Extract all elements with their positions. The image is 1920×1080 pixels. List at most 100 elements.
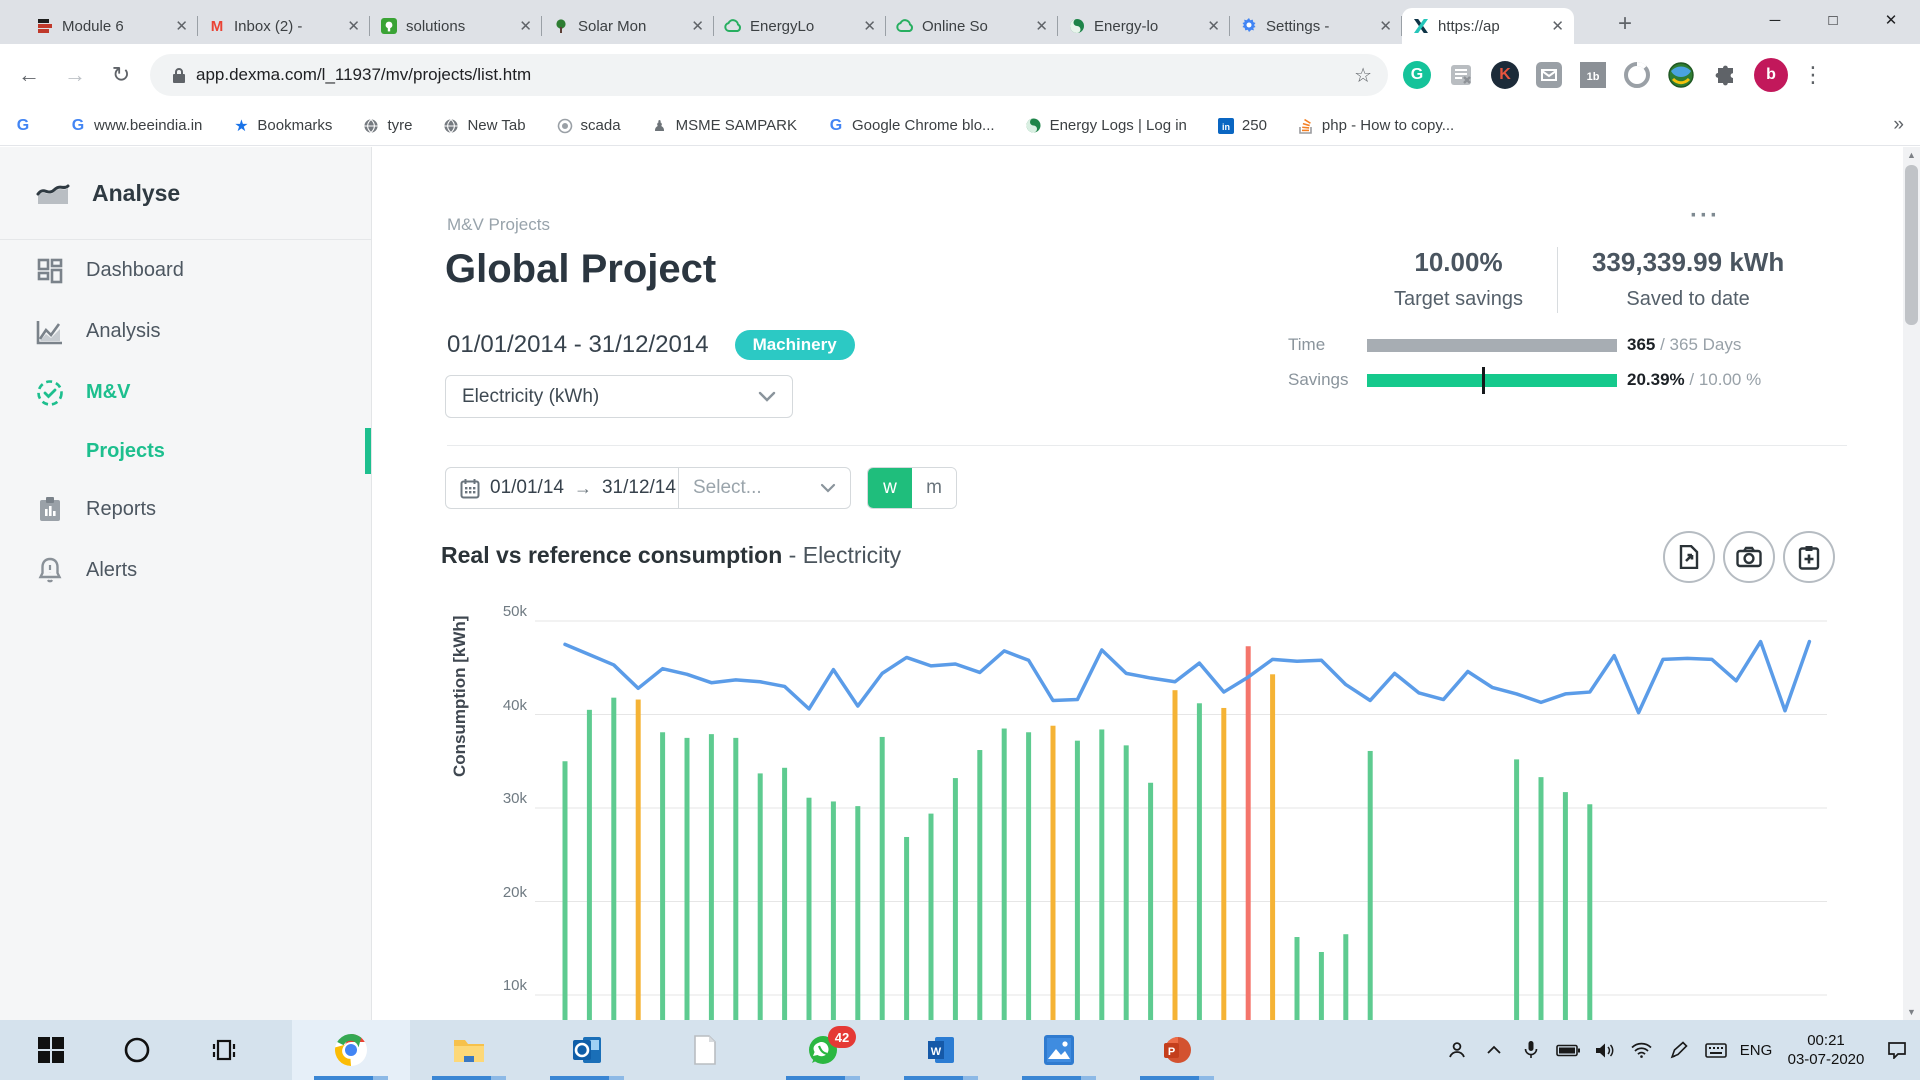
export-file-button[interactable] [1663,531,1715,583]
taskbar-file-explorer[interactable] [410,1020,528,1080]
touch-keyboard-icon[interactable] [1697,1020,1734,1080]
consumption-bar[interactable] [1270,674,1275,1020]
consumption-bar[interactable] [1002,729,1007,1020]
forward-button[interactable]: → [58,58,92,92]
taskbar-whatsapp[interactable]: 42 [764,1020,882,1080]
consumption-bar[interactable] [1539,777,1544,1020]
reference-line[interactable] [565,642,1809,713]
sidebar-item-projects[interactable]: Projects [0,423,371,479]
back-button[interactable]: ← [12,58,46,92]
period-select[interactable]: Select... [678,468,850,508]
browser-tab-3[interactable]: solutions✕ [370,8,542,44]
consumption-bar[interactable] [1368,751,1373,1020]
consumption-bar[interactable] [1295,937,1300,1020]
bookmark-item-10[interactable]: in250 [1217,117,1267,135]
action-center-icon[interactable] [1874,1020,1920,1080]
tab-close-icon[interactable]: ✕ [1379,17,1392,35]
consumption-bar[interactable] [904,837,909,1020]
sidebar-item-mv[interactable]: M&V [0,362,371,423]
copy-to-report-button[interactable] [1783,531,1835,583]
people-icon[interactable] [1438,1020,1475,1080]
browser-tab-5[interactable]: EnergyLo✕ [714,8,886,44]
onetab-icon[interactable]: 1b [1578,60,1608,90]
pen-icon[interactable] [1660,1020,1697,1080]
address-bar[interactable]: app.dexma.com/l_11937/mv/projects/list.h… [150,54,1388,96]
blocked-doc-icon[interactable] [1446,60,1476,90]
consumption-bar[interactable] [782,768,787,1020]
reload-button[interactable]: ↻ [104,58,138,92]
consumption-bar[interactable] [953,778,958,1020]
taskbar-powerpoint[interactable]: P [1118,1020,1236,1080]
snapshot-camera-button[interactable] [1723,531,1775,583]
toggle-week-button[interactable]: w [868,468,912,508]
consumption-bar[interactable] [1051,726,1056,1020]
mail-ext-icon[interactable] [1534,60,1564,90]
taskbar-chrome[interactable] [292,1020,410,1080]
wifi-icon[interactable] [1623,1020,1660,1080]
consumption-bar[interactable] [1246,646,1251,1020]
consumption-bar[interactable] [733,738,738,1020]
consumption-bar[interactable] [587,710,592,1020]
clock[interactable]: 00:21 03-07-2020 [1778,1031,1874,1069]
consumption-bar[interactable] [880,737,885,1020]
consumption-bar[interactable] [807,798,812,1020]
consumption-bar[interactable] [685,738,690,1020]
scroll-up-arrow[interactable]: ▲ [1903,147,1920,163]
new-tab-button[interactable]: + [1610,10,1640,40]
bookmark-item-11[interactable]: php - How to copy... [1297,117,1454,135]
sidebar-item-dashboard[interactable]: Dashboard [0,240,371,301]
consumption-chart[interactable] [535,597,1827,1020]
date-from[interactable]: 01/01/14 [490,477,564,499]
bookmark-item-2[interactable]: Gwww.beeindia.in [69,117,202,135]
tab-close-icon[interactable]: ✕ [347,17,360,35]
taskbar-document[interactable] [646,1020,764,1080]
scroll-down-arrow[interactable]: ▼ [1903,1004,1920,1020]
browser-tab-6[interactable]: Online So✕ [886,8,1058,44]
tab-close-icon[interactable]: ✕ [1207,17,1220,35]
consumption-bar[interactable] [1563,792,1568,1020]
tab-close-icon[interactable]: ✕ [863,17,876,35]
consumption-bar[interactable] [660,732,665,1020]
consumption-bar[interactable] [1148,783,1153,1020]
taskbar-word[interactable]: W [882,1020,1000,1080]
consumption-bar[interactable] [1173,690,1178,1020]
grammarly-icon[interactable]: G [1402,60,1432,90]
language-indicator[interactable]: ENG [1734,1042,1778,1059]
loom-icon[interactable] [1622,60,1652,90]
consumption-bar[interactable] [1343,934,1348,1020]
idm-globe-icon[interactable] [1666,60,1696,90]
tab-close-icon[interactable]: ✕ [519,17,532,35]
consumption-bar[interactable] [977,750,982,1020]
consumption-bar[interactable] [855,806,860,1020]
bookmark-star-icon[interactable]: ☆ [1354,63,1372,88]
date-range-picker[interactable]: 01/01/14 → 31/12/14 [446,468,678,508]
volume-icon[interactable] [1586,1020,1623,1080]
consumption-bar[interactable] [1026,732,1031,1020]
close-button[interactable]: ✕ [1862,0,1920,40]
tray-expand-chevron-icon[interactable] [1475,1020,1512,1080]
consumption-bar[interactable] [611,698,616,1020]
browser-tab-8[interactable]: Settings -✕ [1230,8,1402,44]
consumption-bar[interactable] [1221,708,1226,1020]
browser-tab-4[interactable]: Solar Mon✕ [542,8,714,44]
microphone-icon[interactable] [1512,1020,1549,1080]
bookmark-item-8[interactable]: GGoogle Chrome blo... [827,117,995,135]
sidebar-item-analysis[interactable]: Analysis [0,301,371,362]
breadcrumb[interactable]: M&V Projects [447,215,550,235]
bookmark-item-6[interactable]: scada [556,117,621,135]
date-to[interactable]: 31/12/14 [602,477,676,499]
consumption-bar[interactable] [1197,703,1202,1020]
overflow-menu-button[interactable]: ··· [1690,202,1720,230]
bookmark-item-9[interactable]: Energy Logs | Log in [1025,117,1187,135]
maximize-button[interactable]: □ [1804,0,1862,40]
tab-close-icon[interactable]: ✕ [691,17,704,35]
taskbar-start[interactable] [22,1020,80,1080]
consumption-bar[interactable] [1319,952,1324,1020]
browser-tab-7[interactable]: Energy-lo✕ [1058,8,1230,44]
page-scrollbar[interactable]: ▲ ▼ [1903,147,1920,1020]
profile-avatar[interactable]: b [1754,58,1788,92]
bookmarks-overflow-chevron[interactable]: » [1893,114,1904,136]
consumption-bar[interactable] [929,814,934,1020]
consumption-bar[interactable] [1075,741,1080,1020]
bookmark-item-7[interactable]: ♟MSME SAMPARK [651,117,797,135]
